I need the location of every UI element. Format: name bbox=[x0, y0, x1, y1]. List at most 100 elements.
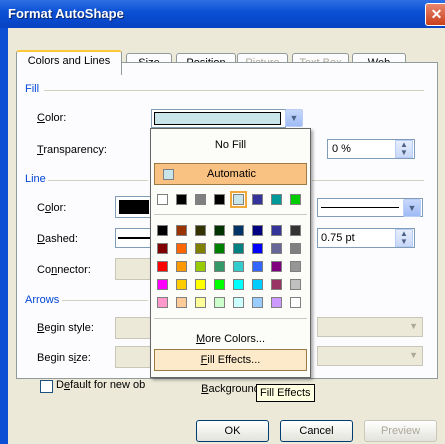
palette-color-swatch[interactable] bbox=[214, 225, 225, 236]
fill-effects-option[interactable]: Fill Effects... bbox=[154, 349, 307, 371]
palette-color-swatch[interactable] bbox=[271, 297, 282, 308]
fill-color-preview bbox=[154, 112, 281, 125]
ok-button[interactable]: OK bbox=[196, 420, 269, 442]
connector-dropdown bbox=[115, 258, 151, 280]
palette-color-swatch[interactable] bbox=[290, 243, 301, 254]
palette-color-swatch[interactable] bbox=[176, 243, 187, 254]
line-color-label: Color: bbox=[37, 202, 67, 214]
arrows-section-title: Arrows bbox=[25, 294, 60, 306]
palette-color-swatch[interactable] bbox=[290, 225, 301, 236]
cancel-button[interactable]: Cancel bbox=[280, 420, 353, 442]
line-weight-spinner[interactable]: ▲ ▼ bbox=[395, 229, 413, 247]
color-menu: No Fill Automatic More Colors... Fill Ef… bbox=[150, 128, 311, 395]
palette-color-swatch[interactable] bbox=[214, 261, 225, 272]
palette-color-swatch[interactable] bbox=[157, 261, 168, 272]
connector-label: Connector: bbox=[37, 264, 91, 276]
palette-color-swatch[interactable] bbox=[233, 243, 244, 254]
palette-color-swatch[interactable] bbox=[157, 243, 168, 254]
palette-color-swatch[interactable] bbox=[233, 297, 244, 308]
palette-color-swatch[interactable] bbox=[233, 261, 244, 272]
begin-style-dropdown bbox=[115, 317, 151, 339]
fill-effects-tooltip: Fill Effects bbox=[256, 384, 315, 402]
begin-size-label: Begin size: bbox=[37, 352, 91, 364]
palette-color-swatch[interactable] bbox=[214, 243, 225, 254]
tab-colors-and-lines[interactable]: Colors and Lines bbox=[16, 50, 122, 75]
palette-color-swatch[interactable] bbox=[176, 261, 187, 272]
automatic-option[interactable]: Automatic bbox=[154, 163, 307, 185]
palette-color-swatch[interactable] bbox=[233, 279, 244, 290]
palette-color-swatch[interactable] bbox=[252, 279, 263, 290]
fill-color-label: Color: bbox=[37, 112, 67, 124]
recent-color-swatch[interactable] bbox=[157, 194, 168, 205]
transparency-input[interactable]: 0 % ▲ ▼ bbox=[327, 139, 415, 159]
default-checkbox-label: Default for new ob bbox=[56, 379, 146, 391]
palette-color-swatch[interactable] bbox=[157, 225, 168, 236]
fill-separator bbox=[44, 90, 424, 91]
palette-color-swatch[interactable] bbox=[252, 243, 263, 254]
recent-color-swatch[interactable] bbox=[214, 194, 225, 205]
transparency-label: Transparency: bbox=[37, 144, 107, 156]
palette-color-swatch[interactable] bbox=[271, 261, 282, 272]
recent-color-swatch[interactable] bbox=[195, 194, 206, 205]
menu-separator bbox=[154, 214, 307, 215]
palette-color-swatch[interactable] bbox=[195, 225, 206, 236]
palette-color-swatch[interactable] bbox=[195, 297, 206, 308]
dashed-label: Dashed: bbox=[37, 233, 78, 245]
end-style-dropdown: ▼ bbox=[317, 317, 423, 337]
arrows-separator bbox=[62, 300, 148, 301]
palette-color-swatch[interactable] bbox=[290, 279, 301, 290]
fill-color-dropdown[interactable] bbox=[151, 109, 286, 128]
preview-button: Preview bbox=[364, 420, 437, 442]
palette-color-swatch[interactable] bbox=[233, 225, 244, 236]
fill-color-dropdown-arrow[interactable]: ▼ bbox=[285, 109, 303, 127]
recent-color-swatch[interactable] bbox=[230, 191, 247, 208]
fill-section-title: Fill bbox=[25, 83, 40, 95]
line-weight-value: 0.75 pt bbox=[321, 232, 355, 244]
palette-color-swatch[interactable] bbox=[157, 279, 168, 290]
window-title: Format AutoShape bbox=[8, 6, 124, 21]
line-color-preview bbox=[119, 200, 149, 214]
begin-size-dropdown bbox=[115, 346, 151, 368]
palette-color-swatch[interactable] bbox=[214, 297, 225, 308]
no-fill-option[interactable]: No Fill bbox=[151, 139, 310, 151]
default-checkbox[interactable] bbox=[40, 380, 53, 393]
transparency-spinner[interactable]: ▲ ▼ bbox=[395, 140, 413, 158]
dashed-sample bbox=[118, 237, 150, 239]
close-button[interactable]: ✕ bbox=[425, 3, 445, 26]
recent-color-swatch[interactable] bbox=[252, 194, 263, 205]
palette-color-swatch[interactable] bbox=[271, 225, 282, 236]
menu-separator bbox=[154, 318, 307, 319]
more-colors-option[interactable]: More Colors... bbox=[151, 333, 310, 345]
line-style-sample bbox=[321, 207, 399, 208]
line-color-dropdown[interactable] bbox=[115, 196, 151, 218]
end-size-dropdown: ▼ bbox=[317, 346, 423, 366]
recent-color-swatch[interactable] bbox=[290, 194, 301, 205]
palette-color-swatch[interactable] bbox=[176, 225, 187, 236]
palette-color-swatch[interactable] bbox=[195, 261, 206, 272]
recent-color-swatch[interactable] bbox=[271, 194, 282, 205]
transparency-value: 0 % bbox=[332, 143, 351, 155]
palette-color-swatch[interactable] bbox=[157, 297, 168, 308]
dashed-dropdown[interactable] bbox=[115, 228, 151, 248]
palette-color-swatch[interactable] bbox=[195, 279, 206, 290]
line-weight-input[interactable]: 0.75 pt ▲ ▼ bbox=[317, 228, 415, 248]
palette-color-swatch[interactable] bbox=[252, 297, 263, 308]
palette-color-swatch[interactable] bbox=[195, 243, 206, 254]
palette-color-swatch[interactable] bbox=[252, 225, 263, 236]
line-style-dropdown-arrow[interactable]: ▼ bbox=[403, 199, 421, 217]
line-section-title: Line bbox=[25, 173, 46, 185]
palette-color-swatch[interactable] bbox=[290, 261, 301, 272]
palette-color-swatch[interactable] bbox=[176, 279, 187, 290]
palette-color-swatch[interactable] bbox=[271, 279, 282, 290]
palette-color-swatch[interactable] bbox=[252, 261, 263, 272]
line-separator bbox=[48, 180, 148, 181]
palette-color-swatch[interactable] bbox=[214, 279, 225, 290]
palette-color-swatch[interactable] bbox=[271, 243, 282, 254]
palette-color-swatch[interactable] bbox=[290, 297, 301, 308]
window-frame-edge bbox=[0, 28, 8, 444]
begin-style-label: Begin style: bbox=[37, 322, 94, 334]
recent-color-swatch[interactable] bbox=[176, 194, 187, 205]
line-separator-right bbox=[312, 180, 424, 181]
automatic-label: Automatic bbox=[207, 168, 256, 180]
palette-color-swatch[interactable] bbox=[176, 297, 187, 308]
